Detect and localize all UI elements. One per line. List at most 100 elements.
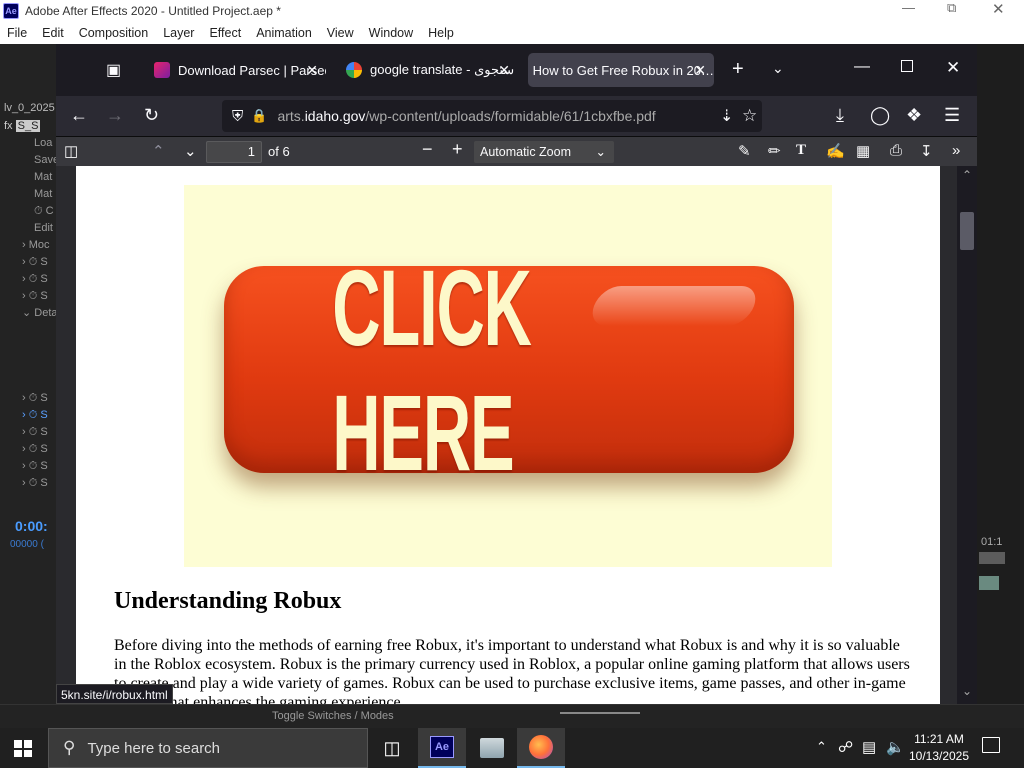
after-effects-taskbar-icon[interactable]: Ae — [418, 728, 466, 768]
security-alert-icon[interactable]: ☍ — [838, 738, 853, 756]
click-here-text: CLICK HERE — [332, 246, 532, 493]
chevron-down-icon: ⌄ — [595, 145, 606, 159]
vertical-scrollbar[interactable]: ⌃ ⌄ — [957, 166, 977, 704]
click-here-banner-image[interactable]: CLICK HERE — [184, 185, 832, 567]
ae-timeline-right-panel: 01:1 — [977, 44, 1024, 704]
system-clock[interactable]: 11:21 AM 10/13/2025 — [908, 731, 970, 765]
list-tabs-chevron-icon[interactable]: ⌄ — [772, 60, 784, 77]
ae-timecode-frames: 00000 ( — [10, 539, 44, 550]
ae-layer-bar[interactable] — [979, 576, 999, 590]
tab-close-icon[interactable]: ✕ — [306, 62, 318, 79]
zoom-value: Automatic Zoom — [480, 145, 572, 159]
menu-view[interactable]: View — [320, 26, 362, 40]
volume-muted-icon[interactable]: 🔈 — [886, 738, 905, 756]
menu-composition[interactable]: Composition — [72, 26, 156, 40]
tab-strip: ▣ Download Parsec | Parsec ✕ google tran… — [56, 44, 977, 96]
draw-icon[interactable]: ✍ — [826, 142, 845, 160]
previous-page-icon[interactable]: ⌃ — [152, 142, 165, 160]
menu-window[interactable]: Window — [362, 26, 421, 40]
back-arrow-icon[interactable]: ← — [70, 105, 88, 126]
computer-taskbar-icon[interactable] — [468, 728, 516, 768]
click-here-button-graphic[interactable]: CLICK HERE — [224, 246, 794, 493]
url-prefix: arts. — [277, 108, 305, 124]
page-number-input[interactable]: 1 — [206, 141, 262, 163]
toggle-switches-modes-button[interactable]: Toggle Switches / Modes — [272, 710, 394, 722]
menu-effect[interactable]: Effect — [202, 26, 249, 40]
tab-robux-pdf[interactable]: How to Get Free Robux in 20… ✕ — [528, 53, 714, 87]
lock-icon[interactable]: 🔒 — [251, 108, 267, 124]
firefox-taskbar-icon[interactable] — [517, 728, 565, 768]
scroll-up-icon[interactable]: ⌃ — [962, 168, 972, 182]
print-icon[interactable]: ⎙ — [890, 142, 902, 159]
sidebar-toggle-icon[interactable]: ◫ — [64, 142, 78, 160]
edit-pdf-icon[interactable]: ✎ — [738, 142, 751, 160]
url-path: /wp-content/uploads/formidable/61/1cbxfb… — [365, 108, 656, 124]
tab-parsec[interactable]: Download Parsec | Parsec ✕ — [144, 53, 326, 87]
bookmark-star-icon[interactable]: ☆ — [742, 106, 757, 126]
close-icon[interactable]: ✕ — [946, 58, 960, 78]
pdf-viewer[interactable]: CLICK HERE Understanding Robux Before di… — [56, 166, 977, 704]
windows-start-icon[interactable] — [14, 740, 32, 757]
search-placeholder: Type here to search — [87, 739, 221, 757]
google-icon — [346, 62, 362, 78]
zoom-in-icon[interactable]: + — [452, 139, 463, 160]
scroll-down-icon[interactable]: ⌄ — [962, 684, 972, 698]
shield-icon[interactable]: ⛨ — [232, 108, 243, 125]
zoom-out-icon[interactable]: − — [422, 139, 433, 160]
more-tools-icon[interactable]: » — [952, 142, 960, 159]
taskbar-search-box[interactable]: ⚲ Type here to search — [48, 728, 368, 768]
show-hidden-icons-chevron-icon[interactable]: ⌃ — [816, 739, 827, 755]
url-bar[interactable]: ⛨ 🔒 arts. idaho.gov/wp-content/uploads/fo… — [222, 100, 762, 132]
clock-date: 10/13/2025 — [908, 749, 970, 763]
task-view-icon[interactable]: ◫ — [368, 728, 416, 768]
account-icon[interactable]: ◯ — [870, 105, 890, 126]
download-icon[interactable]: ↧ — [920, 142, 933, 160]
ae-effects-panel: lv_0_2025 fx S_S Loa Save Mat Mat ⏱ C Ed… — [0, 44, 59, 704]
restore-icon[interactable]: ⧉ — [947, 0, 956, 16]
reload-icon[interactable]: ↻ — [144, 105, 159, 126]
parsec-icon — [154, 62, 170, 78]
ae-layer-name[interactable]: lv_0_2025 — [4, 100, 56, 117]
this-pc-icon — [480, 738, 504, 758]
next-page-icon[interactable]: ⌄ — [184, 142, 197, 160]
tab-close-icon[interactable]: ✕ — [498, 62, 510, 79]
menu-help[interactable]: Help — [421, 26, 462, 40]
extensions-icon[interactable]: ❖ — [906, 105, 922, 126]
zoom-slider[interactable] — [560, 712, 640, 714]
tab-label: How to Get Free Robux in 20… — [532, 62, 714, 78]
minimize-icon[interactable]: — — [854, 58, 870, 76]
close-icon[interactable]: ✕ — [992, 0, 1005, 18]
menu-layer[interactable]: Layer — [156, 26, 202, 40]
zoom-select[interactable]: Automatic Zoom ⌄ — [474, 141, 614, 163]
pdf-toolbar: ◫ ⌃ ⌄ 1 of 6 − + Automatic Zoom ⌄ ✎ ✏ T ✍… — [56, 136, 977, 166]
url-domain: idaho.gov — [304, 108, 366, 124]
tab-label: google translate - ستجوی — [370, 62, 515, 77]
windows-taskbar: ⚲ Type here to search ◫ Ae ⌃ ☍ ▤ 🔈 11:21… — [0, 728, 1024, 768]
ae-timeline-footer: Toggle Switches / Modes — [0, 704, 1024, 728]
image-icon[interactable]: ▦ — [856, 142, 870, 160]
body-paragraph: Before diving into the methods of earnin… — [114, 637, 910, 704]
text-tool-icon[interactable]: T — [796, 142, 806, 159]
maximize-icon[interactable] — [901, 60, 913, 72]
tab-google-translate[interactable]: google translate - ستجوی ✕ — [336, 53, 518, 87]
network-icon[interactable]: ▤ — [862, 738, 876, 756]
ae-effect-row[interactable]: fx S_S — [4, 118, 56, 135]
save-pdf-icon[interactable]: ⇣ — [720, 106, 733, 126]
minimize-icon[interactable]: — — [902, 0, 915, 15]
ae-work-area-bar[interactable] — [979, 552, 1005, 564]
search-icon: ⚲ — [63, 738, 76, 757]
menu-hamburger-icon[interactable]: ☰ — [944, 105, 960, 126]
scrollbar-thumb[interactable] — [960, 212, 974, 250]
menu-animation[interactable]: Animation — [249, 26, 320, 40]
menu-file[interactable]: File — [0, 26, 35, 40]
firefox-view-icon[interactable]: ▣ — [106, 60, 121, 80]
tab-close-icon[interactable]: ✕ — [694, 62, 706, 79]
forward-arrow-icon[interactable]: → — [106, 105, 124, 126]
downloads-icon[interactable]: ⤓ — [836, 105, 844, 126]
new-tab-plus-icon[interactable]: + — [732, 58, 744, 81]
highlight-icon[interactable]: ✏ — [768, 142, 781, 160]
menu-edit[interactable]: Edit — [35, 26, 72, 40]
page-count-label: of 6 — [268, 144, 290, 159]
pdf-page: CLICK HERE Understanding Robux Before di… — [76, 166, 940, 704]
notification-center-icon[interactable] — [982, 737, 1000, 753]
